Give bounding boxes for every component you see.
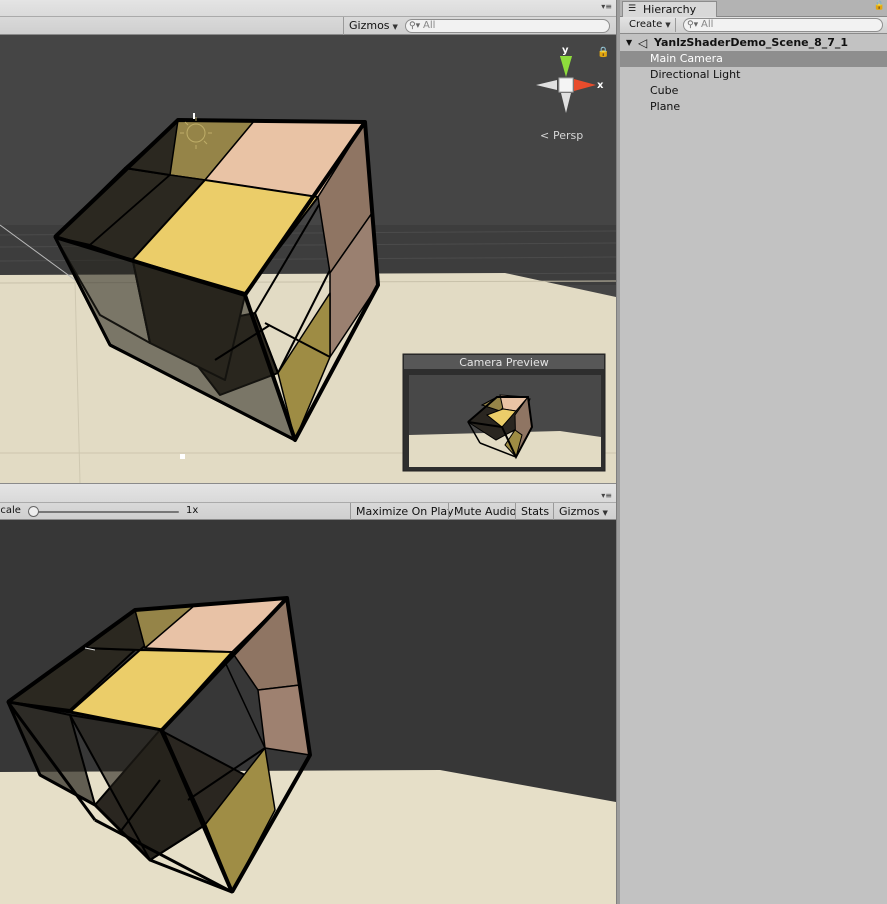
scale-value: 1x bbox=[186, 505, 199, 516]
hierarchy-item-label: Cube bbox=[650, 84, 679, 97]
hierarchy-item-plane[interactable]: Plane bbox=[620, 99, 887, 115]
tab-hierarchy[interactable]: ☰ Hierarchy bbox=[622, 1, 717, 17]
scene-name: YanlzShaderDemo_Scene_8_7_1 bbox=[654, 36, 849, 49]
hierarchy-item-directional-light[interactable]: Directional Light bbox=[620, 67, 887, 83]
hierarchy-search-placeholder: All bbox=[701, 19, 714, 30]
hierarchy-search-input[interactable]: ⚲▾ All bbox=[683, 18, 883, 32]
maximize-on-play-button[interactable]: Maximize On Play bbox=[350, 503, 459, 521]
camera-preview-window: Camera Preview bbox=[402, 353, 606, 472]
lock-icon[interactable]: 🔒 bbox=[874, 1, 885, 11]
scale-slider-track[interactable] bbox=[30, 511, 179, 513]
lock-icon[interactable]: 🔒 bbox=[597, 46, 609, 58]
foldout-arrow-icon[interactable]: ▼ bbox=[626, 35, 632, 51]
scene-viewport[interactable]: y x 🔒 < Persp Camera Preview bbox=[0, 35, 616, 483]
search-icon: ⚲▾ bbox=[687, 20, 699, 30]
scene-root-row[interactable]: ▼ ◁ YanlzShaderDemo_Scene_8_7_1 bbox=[620, 35, 887, 51]
persp-icon: < bbox=[540, 129, 549, 142]
axis-x-label: x bbox=[597, 80, 604, 91]
camera-preview-title: Camera Preview bbox=[459, 356, 548, 369]
search-icon: ⚲▾ bbox=[409, 21, 421, 31]
hierarchy-item-cube[interactable]: Cube bbox=[620, 83, 887, 99]
scene-search-input[interactable]: ⚲▾ All bbox=[405, 19, 610, 33]
game-toolbar-row: Scale 1x Maximize On Play Mute Audio Sta… bbox=[0, 502, 616, 521]
panel-menu-icon[interactable]: ▾≡ bbox=[601, 3, 612, 11]
chevron-down-icon: ▼ bbox=[392, 23, 398, 31]
game-gizmos-dropdown[interactable]: Gizmos ▼ bbox=[553, 503, 613, 521]
hierarchy-item-main-camera[interactable]: Main Camera bbox=[620, 51, 887, 67]
stats-button[interactable]: Stats bbox=[515, 503, 554, 521]
scene-view-toolbar: ▾≡ Gizmos ▼ ⚲▾ All bbox=[0, 0, 616, 35]
game-gizmos-label: Gizmos bbox=[559, 505, 600, 518]
scene-gizmos-label: Gizmos bbox=[349, 19, 390, 32]
unity-scene-icon: ◁ bbox=[638, 36, 648, 50]
scene-gizmos-dropdown[interactable]: Gizmos ▼ bbox=[343, 17, 403, 35]
axis-y-label: y bbox=[562, 45, 569, 56]
hierarchy-tab-icon: ☰ bbox=[628, 4, 637, 14]
hierarchy-panel: ☰ Hierarchy 🔒 Create ▼ ⚲▾ All ▼ ◁ YanlzSh… bbox=[620, 0, 887, 904]
hierarchy-item-label: Directional Light bbox=[650, 68, 741, 81]
chevron-down-icon: ▼ bbox=[602, 509, 608, 517]
mute-audio-button[interactable]: Mute Audio bbox=[448, 503, 521, 521]
game-viewport[interactable] bbox=[0, 520, 616, 904]
game-render bbox=[0, 520, 616, 904]
hierarchy-tab-label: Hierarchy bbox=[643, 3, 697, 16]
chevron-down-icon: ▼ bbox=[665, 21, 671, 29]
game-view-toolbar: ▾≡ Scale 1x Maximize On Play Mute Audio … bbox=[0, 483, 616, 521]
scene-render: y x 🔒 < Persp Camera Preview bbox=[0, 35, 616, 483]
scale-slider-handle[interactable] bbox=[28, 506, 39, 517]
scale-label: Scale bbox=[0, 505, 21, 516]
hierarchy-tab-bar: ☰ Hierarchy 🔒 bbox=[620, 0, 887, 17]
hierarchy-toolbar: Create ▼ ⚲▾ All bbox=[620, 17, 887, 34]
scene-search-placeholder: All bbox=[423, 20, 436, 31]
scene-toolbar-row: Gizmos ▼ ⚲▾ All bbox=[0, 16, 616, 35]
create-dropdown[interactable]: Create ▼ bbox=[625, 18, 676, 32]
create-label: Create bbox=[629, 19, 663, 30]
persp-label[interactable]: Persp bbox=[553, 129, 583, 142]
hierarchy-item-label: Main Camera bbox=[650, 52, 723, 65]
hierarchy-item-label: Plane bbox=[650, 100, 681, 113]
panel-menu-icon[interactable]: ▾≡ bbox=[601, 492, 612, 500]
